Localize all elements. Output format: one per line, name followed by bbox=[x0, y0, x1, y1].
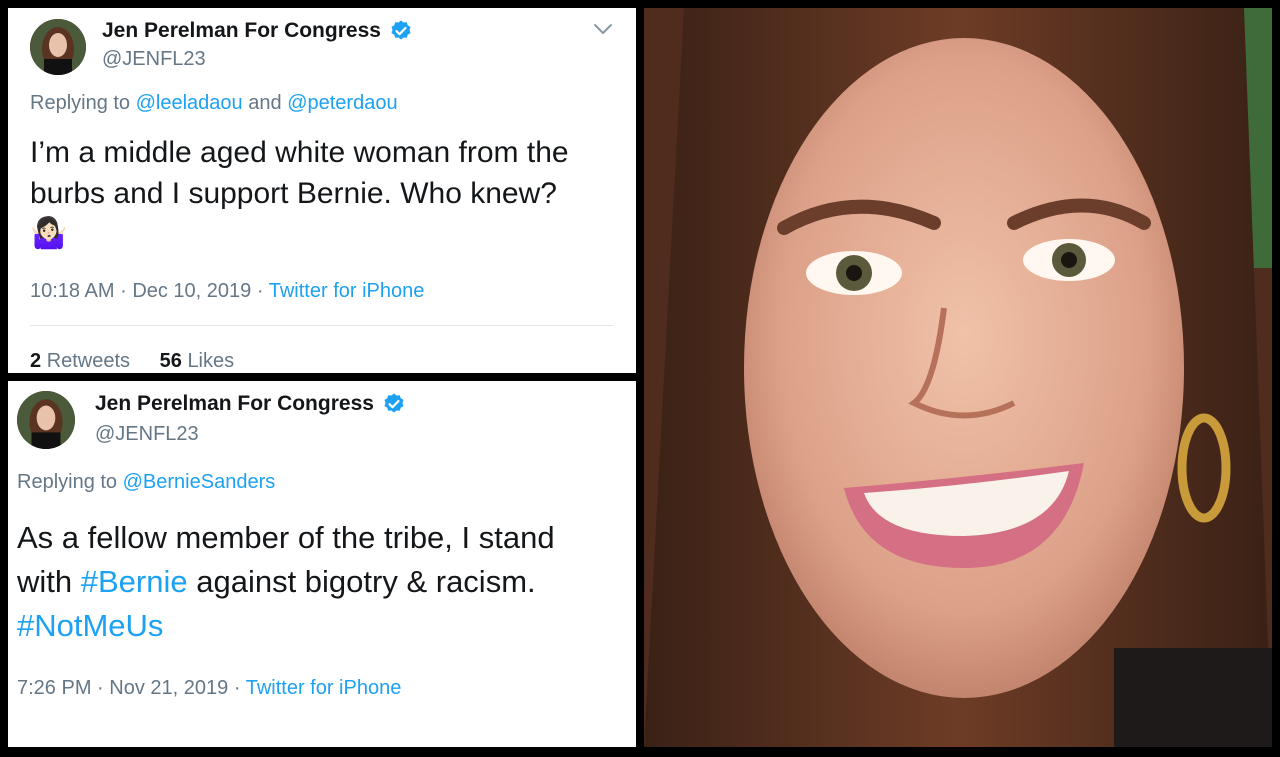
tweet-text-line: burbs and I support Bernie. Who knew? bbox=[30, 177, 557, 210]
likes-count: 56 bbox=[159, 350, 182, 372]
tweet-source[interactable]: Twitter for iPhone bbox=[269, 280, 425, 302]
verified-badge-icon bbox=[384, 393, 404, 413]
tweet-text-segment: with bbox=[17, 564, 81, 599]
replying-join: and bbox=[248, 92, 282, 114]
avatar[interactable] bbox=[17, 391, 75, 449]
retweets-stat[interactable]: 2 Retweets bbox=[30, 350, 136, 372]
tweet-text-line: As a fellow member of the tribe, I stand bbox=[17, 520, 555, 555]
handle[interactable]: @JENFL23 bbox=[95, 423, 199, 446]
hashtag-notmeus[interactable]: #NotMeUs bbox=[17, 608, 163, 643]
separator: · bbox=[97, 677, 104, 699]
name-row: Jen Perelman For Congress bbox=[102, 19, 413, 43]
replying-prefix: Replying to bbox=[17, 471, 118, 493]
tweet-text: As a fellow member of the tribe, I stand… bbox=[17, 516, 555, 648]
tweet-text-segment: against bigotry & racism. bbox=[187, 564, 536, 599]
display-name[interactable]: Jen Perelman For Congress bbox=[95, 392, 374, 416]
hashtag-bernie[interactable]: #Bernie bbox=[81, 564, 188, 599]
tweet-time[interactable]: 10:18 AM bbox=[30, 280, 115, 302]
tweet-card-1: Jen Perelman For Congress @JENFL23 Reply… bbox=[8, 8, 636, 373]
replying-to-line: Replying to @BernieSanders bbox=[17, 471, 275, 494]
tweet-time[interactable]: 7:26 PM bbox=[17, 677, 91, 699]
tweet-text: I’m a middle aged white woman from the b… bbox=[30, 132, 569, 254]
portrait-photo bbox=[644, 8, 1272, 747]
tweet-card-2: Jen Perelman For Congress @JENFL23 Reply… bbox=[8, 381, 636, 747]
tweet-source[interactable]: Twitter for iPhone bbox=[246, 677, 402, 699]
handle[interactable]: @JENFL23 bbox=[102, 48, 206, 71]
replying-to-line: Replying to @leeladaou and @peterdaou bbox=[30, 92, 398, 115]
mention-berniesanders[interactable]: @BernieSanders bbox=[123, 471, 276, 493]
tweet-stats: 2 Retweets 56 Likes bbox=[30, 350, 234, 373]
replying-prefix: Replying to bbox=[30, 92, 131, 114]
portrait-illustration bbox=[644, 8, 1272, 747]
mention-peterdaou[interactable]: @peterdaou bbox=[287, 92, 397, 114]
tweet-meta: 7:26 PM · Nov 21, 2019 · Twitter for iPh… bbox=[17, 677, 401, 700]
mention-leeladaou[interactable]: @leeladaou bbox=[136, 92, 243, 114]
tweet-text-line: with #Bernie against bigotry & racism. bbox=[17, 560, 555, 604]
tweet-text-line: I’m a middle aged white woman from the bbox=[30, 136, 569, 169]
verified-badge-icon bbox=[391, 20, 411, 40]
name-row: Jen Perelman For Congress bbox=[95, 392, 406, 416]
tweet-meta: 10:18 AM · Dec 10, 2019 · Twitter for iP… bbox=[30, 280, 424, 303]
likes-stat[interactable]: 56 Likes bbox=[160, 350, 235, 372]
separator: · bbox=[120, 280, 127, 302]
avatar[interactable] bbox=[30, 19, 86, 75]
retweets-label: Retweets bbox=[46, 350, 131, 372]
tweet-date[interactable]: Dec 10, 2019 bbox=[132, 280, 251, 302]
tweet-date[interactable]: Nov 21, 2019 bbox=[109, 677, 228, 699]
likes-label: Likes bbox=[187, 350, 235, 372]
retweets-count: 2 bbox=[30, 350, 42, 372]
separator: · bbox=[256, 280, 264, 302]
display-name[interactable]: Jen Perelman For Congress bbox=[102, 19, 381, 43]
shrug-emoji-icon: 🤷🏻‍♀️ bbox=[30, 217, 68, 250]
separator: · bbox=[233, 677, 241, 699]
chevron-down-icon[interactable] bbox=[592, 22, 614, 36]
divider bbox=[30, 325, 613, 326]
